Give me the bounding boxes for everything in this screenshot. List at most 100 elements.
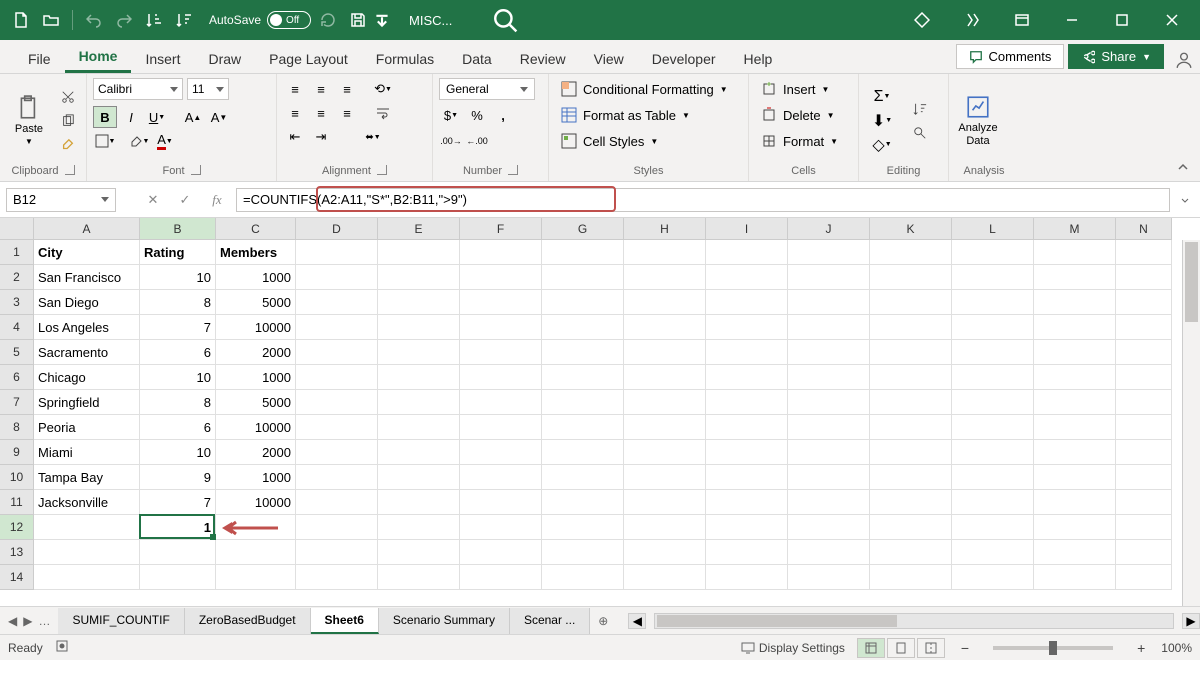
cell-B2[interactable]: 10 [140, 265, 216, 290]
cell-B4[interactable]: 7 [140, 315, 216, 340]
cell-C5[interactable]: 2000 [216, 340, 296, 365]
cell-K7[interactable] [870, 390, 952, 415]
cell-K12[interactable] [870, 515, 952, 540]
zoom-out-icon[interactable]: − [957, 640, 973, 656]
cell-H4[interactable] [624, 315, 706, 340]
cell-B5[interactable]: 6 [140, 340, 216, 365]
cell-J1[interactable] [788, 240, 870, 265]
cell-B8[interactable]: 6 [140, 415, 216, 440]
cell-F6[interactable] [460, 365, 542, 390]
cell-K1[interactable] [870, 240, 952, 265]
cell-J9[interactable] [788, 440, 870, 465]
cell-L9[interactable] [952, 440, 1034, 465]
cell-B7[interactable]: 8 [140, 390, 216, 415]
sheet-tab-0[interactable]: SUMIF_COUNTIF [58, 608, 184, 634]
insert-function-icon[interactable]: fx [204, 189, 230, 211]
align-left-icon[interactable]: ≡ [283, 102, 307, 124]
cell-H14[interactable] [624, 565, 706, 590]
hscroll-left-icon[interactable]: ◀ [628, 613, 646, 629]
fill-icon[interactable]: ⬇▼ [865, 110, 899, 132]
qa-customize-icon[interactable] [375, 7, 389, 33]
number-format-select[interactable]: General [439, 78, 535, 100]
column-header-F[interactable]: F [460, 218, 542, 240]
cell-I2[interactable] [706, 265, 788, 290]
cell-J5[interactable] [788, 340, 870, 365]
cell-J14[interactable] [788, 565, 870, 590]
wrap-text-icon[interactable] [371, 102, 395, 124]
cell-B6[interactable]: 10 [140, 365, 216, 390]
cell-K13[interactable] [870, 540, 952, 565]
cell-K3[interactable] [870, 290, 952, 315]
number-launcher-icon[interactable] [508, 165, 518, 175]
cell-D1[interactable] [296, 240, 378, 265]
cell-M1[interactable] [1034, 240, 1116, 265]
new-file-icon[interactable] [8, 7, 34, 33]
tab-data[interactable]: Data [448, 45, 506, 73]
account-icon[interactable] [1168, 51, 1200, 69]
cell-D12[interactable] [296, 515, 378, 540]
cell-J8[interactable] [788, 415, 870, 440]
cell-G6[interactable] [542, 365, 624, 390]
column-header-E[interactable]: E [378, 218, 460, 240]
cell-L5[interactable] [952, 340, 1034, 365]
cell-D4[interactable] [296, 315, 378, 340]
cell-G8[interactable] [542, 415, 624, 440]
cell-C11[interactable]: 10000 [216, 490, 296, 515]
cell-E9[interactable] [378, 440, 460, 465]
normal-view-icon[interactable] [857, 638, 885, 658]
cell-M3[interactable] [1034, 290, 1116, 315]
tab-draw[interactable]: Draw [194, 45, 255, 73]
cell-E4[interactable] [378, 315, 460, 340]
cell-A12[interactable] [34, 515, 140, 540]
cell-K4[interactable] [870, 315, 952, 340]
cell-I5[interactable] [706, 340, 788, 365]
cell-G7[interactable] [542, 390, 624, 415]
cell-M10[interactable] [1034, 465, 1116, 490]
sheet-tab-2[interactable]: Sheet6 [311, 608, 379, 634]
select-all-corner[interactable] [0, 218, 34, 240]
open-icon[interactable] [38, 7, 64, 33]
cell-L7[interactable] [952, 390, 1034, 415]
cell-I6[interactable] [706, 365, 788, 390]
cell-N5[interactable] [1116, 340, 1172, 365]
cell-I12[interactable] [706, 515, 788, 540]
column-header-N[interactable]: N [1116, 218, 1172, 240]
cell-A2[interactable]: San Francisco [34, 265, 140, 290]
column-header-K[interactable]: K [870, 218, 952, 240]
cell-G13[interactable] [542, 540, 624, 565]
column-header-C[interactable]: C [216, 218, 296, 240]
format-painter-icon[interactable] [56, 134, 80, 156]
column-header-B[interactable]: B [140, 218, 216, 240]
cell-C14[interactable] [216, 565, 296, 590]
cell-I3[interactable] [706, 290, 788, 315]
merge-icon[interactable]: ⬌▼ [345, 126, 401, 148]
comments-button[interactable]: Comments [956, 44, 1065, 69]
column-header-J[interactable]: J [788, 218, 870, 240]
cell-C2[interactable]: 1000 [216, 265, 296, 290]
cell-B9[interactable]: 10 [140, 440, 216, 465]
row-header-1[interactable]: 1 [0, 240, 34, 265]
column-header-D[interactable]: D [296, 218, 378, 240]
cell-D6[interactable] [296, 365, 378, 390]
clear-icon[interactable]: ◇▼ [865, 134, 899, 156]
font-color-icon[interactable]: A▼ [153, 130, 177, 152]
cell-L14[interactable] [952, 565, 1034, 590]
cell-E13[interactable] [378, 540, 460, 565]
cell-F13[interactable] [460, 540, 542, 565]
increase-indent-icon[interactable]: ⇥ [309, 126, 333, 148]
cell-G4[interactable] [542, 315, 624, 340]
cell-I8[interactable] [706, 415, 788, 440]
cell-F11[interactable] [460, 490, 542, 515]
row-header-3[interactable]: 3 [0, 290, 34, 315]
cell-G5[interactable] [542, 340, 624, 365]
cell-B14[interactable] [140, 565, 216, 590]
cell-A8[interactable]: Peoria [34, 415, 140, 440]
cell-F9[interactable] [460, 440, 542, 465]
cell-K8[interactable] [870, 415, 952, 440]
cell-N14[interactable] [1116, 565, 1172, 590]
hscroll-right-icon[interactable]: ▶ [1182, 613, 1200, 629]
cell-I10[interactable] [706, 465, 788, 490]
tab-help[interactable]: Help [730, 45, 787, 73]
cell-L6[interactable] [952, 365, 1034, 390]
decrease-indent-icon[interactable]: ⇤ [283, 126, 307, 148]
